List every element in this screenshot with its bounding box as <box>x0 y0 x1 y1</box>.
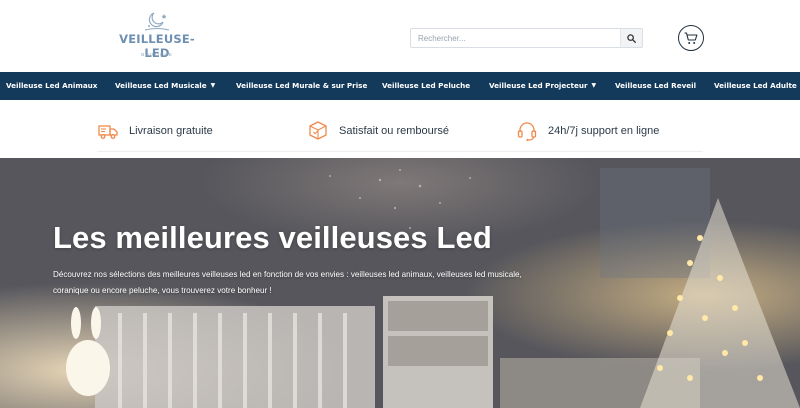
search-button[interactable] <box>620 29 642 47</box>
logo-subtext: BOUTIQUE <box>141 52 173 57</box>
nav-item-reveil[interactable]: Veilleuse Led Reveil <box>615 72 696 100</box>
cart-button[interactable] <box>678 25 704 51</box>
chevron-down-icon: ▼ <box>591 82 597 89</box>
feature-guarantee: Satisfait ou remboursé <box>307 120 449 142</box>
nav-item-label: Veilleuse Led Reveil <box>615 81 697 90</box>
features-bar: Livraison gratuite Satisfait ou rembours… <box>0 100 800 158</box>
search-icon <box>627 33 636 43</box>
nav-item-animaux[interactable]: Veilleuse Led Animaux <box>6 72 97 100</box>
feature-label: 24h/7j support en ligne <box>548 125 660 137</box>
site-logo[interactable]: VEILLEUSE-LED BOUTIQUE <box>112 10 202 62</box>
nav-item-adulte[interactable]: Veilleuse Led Adulte <box>714 72 797 100</box>
headset-support-icon <box>517 122 537 142</box>
main-nav: Veilleuse Led Animaux Veilleuse Led Musi… <box>0 72 800 100</box>
nav-item-label: Veilleuse Led Adulte <box>714 81 797 90</box>
nav-item-peluche[interactable]: Veilleuse Led Peluche <box>382 72 470 100</box>
nav-item-label: Veilleuse Led Musicale <box>115 81 207 90</box>
feature-label: Livraison gratuite <box>129 125 213 137</box>
nav-item-label: Veilleuse Led Peluche <box>382 81 471 90</box>
feature-label: Satisfait ou remboursé <box>339 125 450 137</box>
moon-star-icon <box>144 12 170 31</box>
box-check-icon <box>309 121 327 140</box>
hero-banner: Les meilleures veilleuses Led Découvrez … <box>0 158 800 408</box>
site-header: VEILLEUSE-LED BOUTIQUE <box>0 0 800 72</box>
delivery-truck-icon <box>98 125 118 139</box>
hero-title: Les meilleures veilleuses Led <box>53 220 492 255</box>
search-bar <box>410 28 643 48</box>
chevron-down-icon: ▼ <box>210 82 216 89</box>
nav-item-label: Veilleuse Led Projecteur <box>489 81 588 90</box>
cart-icon <box>684 31 698 44</box>
nav-item-murale[interactable]: Veilleuse Led Murale & sur Prise <box>236 72 367 100</box>
hero-description: Découvrez nos sélections des meilleures … <box>53 270 522 295</box>
nav-item-musicale[interactable]: Veilleuse Led Musicale ▼ <box>115 72 215 100</box>
nav-item-label: Veilleuse Led Murale & sur Prise <box>236 81 368 90</box>
nav-item-label: Veilleuse Led Animaux <box>6 81 98 90</box>
feature-delivery: Livraison gratuite <box>97 120 213 142</box>
nav-item-projecteur[interactable]: Veilleuse Led Projecteur ▼ <box>489 72 596 100</box>
features-divider <box>97 151 703 152</box>
search-input[interactable] <box>411 29 621 47</box>
feature-support: 24h/7j support en ligne <box>516 120 659 142</box>
